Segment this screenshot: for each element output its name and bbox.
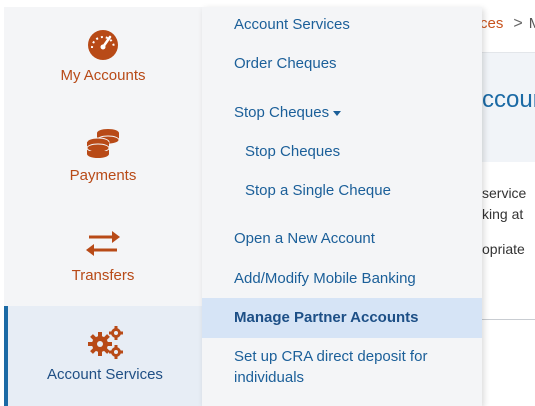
coins-icon <box>83 125 123 161</box>
submenu-item-manage-partner-accounts[interactable]: Manage Partner Accounts <box>202 298 482 338</box>
sidebar-item-label: Payments <box>69 167 137 184</box>
body-text-line: king at <box>482 206 524 222</box>
submenu-item-mobile-banking[interactable]: Add/Modify Mobile Banking <box>202 268 482 289</box>
breadcrumb-next[interactable]: M <box>529 15 535 32</box>
account-services-submenu: Account Services Order Cheques Stop Cheq… <box>202 7 482 406</box>
sidebar-item-my-accounts[interactable]: My Accounts <box>4 7 202 107</box>
main-sidebar-nav: My Accounts Payments Transfers Account S… <box>4 7 202 406</box>
sidebar-item-label: My Accounts <box>60 67 146 84</box>
sidebar-item-payments[interactable]: Payments <box>4 107 202 207</box>
submenu-item-order-cheques[interactable]: Order Cheques <box>202 53 482 74</box>
breadcrumb-separator-icon: > <box>513 15 523 32</box>
page-title: ccoun <box>482 86 535 113</box>
sidebar-item-label: Transfers <box>71 267 135 284</box>
body-text-line: opriate <box>482 241 525 257</box>
breadcrumb: ces > M <box>480 15 535 33</box>
sidebar-item-transfers[interactable]: Transfers <box>4 207 202 307</box>
caret-down-icon <box>333 110 342 116</box>
submenu-item-stop-cheques-toggle[interactable]: Stop Cheques <box>202 102 482 123</box>
submenu-item-account-services[interactable]: Account Services <box>202 14 482 35</box>
submenu-item-open-new-account[interactable]: Open a New Account <box>202 228 482 249</box>
breadcrumb-link[interactable]: ces <box>480 15 503 32</box>
submenu-item-stop-single-cheque[interactable]: Stop a Single Cheque <box>202 180 482 201</box>
divider <box>480 319 535 320</box>
submenu-item-label: Stop Cheques <box>234 104 330 121</box>
submenu-item-cra-direct-deposit[interactable]: Set up CRA direct deposit for individual… <box>202 346 482 388</box>
body-text-line: service <box>482 185 527 201</box>
sidebar-item-account-services[interactable]: Account Services <box>4 306 202 406</box>
gears-icon <box>85 324 125 360</box>
speedometer-icon <box>83 25 123 61</box>
transfer-arrows-icon <box>83 225 123 261</box>
submenu-item-stop-cheques[interactable]: Stop Cheques <box>202 141 482 162</box>
sidebar-item-label: Account Services <box>47 366 163 383</box>
